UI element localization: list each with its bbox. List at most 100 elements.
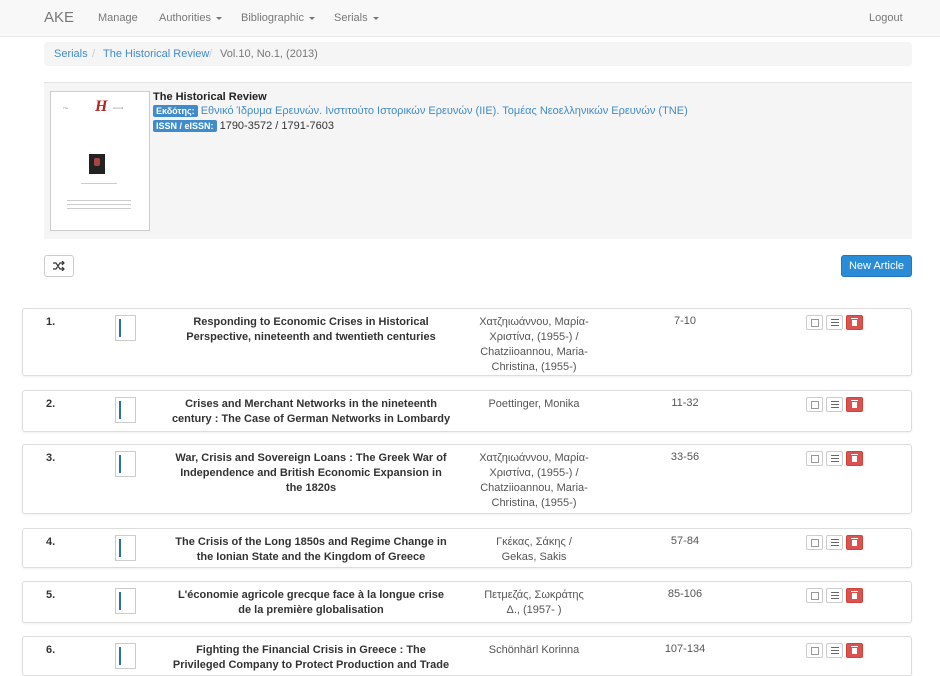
nav-authorities-label: Authorities: [159, 12, 211, 24]
article-author-line: Χατζηιωάννου, Μαρία-: [479, 452, 589, 464]
breadcrumb-separator: /: [92, 48, 96, 60]
article-author-line: Chatziioannou, Maria-: [480, 482, 588, 494]
article-row: 3. War, Crisis and Sovereign Loans : The …: [22, 444, 912, 514]
breadcrumb: Serials / The Historical Review / Vol.10…: [44, 42, 912, 66]
logout-link[interactable]: Logout: [869, 12, 903, 24]
article-author-line: Poettinger, Monika: [488, 398, 580, 410]
edit-icon[interactable]: [806, 535, 823, 550]
trash-icon[interactable]: [846, 643, 863, 658]
list-icon[interactable]: [826, 588, 843, 603]
publisher-label: Εκδότης:: [153, 105, 198, 117]
list-icon[interactable]: [826, 643, 843, 658]
article-title-line: century : The Case of German Networks in…: [171, 413, 451, 425]
edit-icon[interactable]: [806, 397, 823, 412]
breadcrumb-separator: /: [209, 48, 213, 60]
article-pages: 57-84: [670, 535, 700, 547]
article-pdf-thumbnail[interactable]: [115, 643, 136, 669]
article-number: 5.: [46, 589, 56, 601]
article-title-line: Responding to Economic Crises in Histori…: [193, 316, 429, 328]
issn-value: 1790-3572 / 1791-7603: [219, 120, 334, 132]
article-title-line: Fighting the Financial Crisis in Greece …: [196, 644, 426, 656]
issn-label: ISSN / eISSN:: [153, 120, 217, 132]
new-article-button[interactable]: New Article: [841, 255, 912, 277]
article-authors: Χατζηιωάννου, Μαρία- Χριστίνα, (1955-) / C…: [469, 315, 599, 375]
article-title[interactable]: War, Crisis and Sovereign Loans : The Gr…: [171, 451, 451, 496]
article-number: 6.: [46, 644, 56, 656]
caret-down-icon: [308, 16, 315, 20]
trash-icon[interactable]: [846, 397, 863, 412]
article-author-line: Χριστίνα, (1955-) /: [489, 331, 579, 343]
article-authors: Πετμεζάς, Σωκράτης Δ., (1957- ): [469, 588, 599, 618]
article-title-line: Privileged Company to Protect Production…: [172, 659, 450, 671]
trash-icon[interactable]: [846, 451, 863, 466]
brand-logo[interactable]: AKE: [44, 9, 74, 26]
article-title-line: de la première globalisation: [238, 604, 384, 616]
breadcrumb-serial[interactable]: The Historical Review: [103, 48, 209, 60]
publisher-link[interactable]: Εθνικό Ίδρυμα Ερευνών. Ινστιτούτο Ιστορι…: [201, 105, 688, 117]
nav-bibliographic[interactable]: Bibliographic: [241, 12, 315, 24]
nav-serials[interactable]: Serials: [334, 12, 379, 24]
edit-icon[interactable]: [806, 451, 823, 466]
article-author-line: Schönhärl Korinna: [488, 644, 580, 656]
serial-title: The Historical Review: [153, 91, 267, 103]
article-author-line: Chatziioannou, Maria-: [480, 346, 588, 358]
issn-row: ISSN / eISSN: 1790-3572 / 1791-7603: [153, 120, 334, 132]
trash-icon[interactable]: [846, 535, 863, 550]
article-author-line: Χατζηιωάννου, Μαρία-: [479, 316, 589, 328]
nav-authorities[interactable]: Authorities: [159, 12, 222, 24]
article-row: 6. Fighting the Financial Crisis in Greec…: [22, 636, 912, 676]
article-title[interactable]: The Crisis of the Long 1850s and Regime …: [171, 535, 451, 565]
article-pdf-thumbnail[interactable]: [115, 315, 136, 341]
article-pages: 11-32: [671, 397, 699, 409]
article-title-line: Independence and British Economic Expans…: [180, 467, 442, 479]
article-authors: Schönhärl Korinna: [469, 643, 599, 658]
article-number: 2.: [46, 398, 56, 410]
article-pdf-thumbnail[interactable]: [115, 588, 136, 614]
article-authors: Χατζηιωάννου, Μαρία- Χριστίνα, (1955-) / C…: [469, 451, 599, 511]
article-title-line: Crises and Merchant Networks in the nine…: [185, 398, 437, 410]
article-pdf-thumbnail[interactable]: [115, 397, 136, 423]
article-title[interactable]: L'économie agricole grecque face à la lo…: [171, 588, 451, 618]
article-number: 1.: [46, 316, 56, 328]
trash-icon[interactable]: [846, 588, 863, 603]
article-title[interactable]: Responding to Economic Crises in Histori…: [171, 315, 451, 345]
article-row: 4. The Crisis of the Long 1850s and Regim…: [22, 528, 912, 568]
article-author-line: Χριστίνα, (1955-) /: [489, 467, 579, 479]
article-title-line: the Ionian State and the Kingdom of Gree…: [196, 551, 426, 563]
cover-portrait: [89, 154, 105, 174]
cover-logo-letter: H: [95, 98, 108, 115]
article-row: 1. Responding to Economic Crises in Histo…: [22, 308, 912, 376]
list-icon[interactable]: [826, 397, 843, 412]
article-authors: Poettinger, Monika: [469, 397, 599, 412]
article-pages: 85-106: [667, 588, 703, 600]
article-title[interactable]: Fighting the Financial Crisis in Greece …: [171, 643, 451, 673]
article-title-line: L'économie agricole grecque face à la lo…: [177, 589, 445, 601]
list-icon[interactable]: [826, 535, 843, 550]
top-navbar: AKE Manage Authorities Bibliographic Ser…: [0, 0, 940, 37]
article-row: 2. Crises and Merchant Networks in the ni…: [22, 390, 912, 432]
edit-icon[interactable]: [806, 643, 823, 658]
article-row: 5. L'économie agricole grecque face à la …: [22, 581, 912, 623]
nav-manage[interactable]: Manage: [98, 12, 138, 24]
breadcrumb-serials[interactable]: Serials: [54, 48, 88, 60]
edit-icon[interactable]: [806, 315, 823, 330]
list-icon[interactable]: [826, 451, 843, 466]
article-title-line: War, Crisis and Sovereign Loans : The Gr…: [175, 452, 447, 464]
edit-icon[interactable]: [806, 588, 823, 603]
trash-icon[interactable]: [846, 315, 863, 330]
shuffle-button[interactable]: [44, 255, 74, 277]
article-author-line: Gekas, Sakis: [501, 551, 567, 563]
serial-info-panel: The H istorical The Historical Review Εκ…: [44, 82, 912, 239]
article-author-line: Christina, (1955-): [491, 497, 577, 509]
journal-cover-image[interactable]: The H istorical: [50, 91, 150, 231]
list-icon[interactable]: [826, 315, 843, 330]
nav-serials-label: Serials: [334, 12, 368, 24]
shuffle-icon: [53, 261, 65, 271]
article-pdf-thumbnail[interactable]: [115, 535, 136, 561]
article-pdf-thumbnail[interactable]: [115, 451, 136, 477]
nav-bibliographic-label: Bibliographic: [241, 12, 304, 24]
article-pages: 107-134: [664, 643, 706, 655]
caret-down-icon: [215, 16, 222, 20]
publisher-row: Εκδότης: Εθνικό Ίδρυμα Ερευνών. Ινστιτού…: [153, 105, 688, 117]
article-title[interactable]: Crises and Merchant Networks in the nine…: [171, 397, 451, 427]
